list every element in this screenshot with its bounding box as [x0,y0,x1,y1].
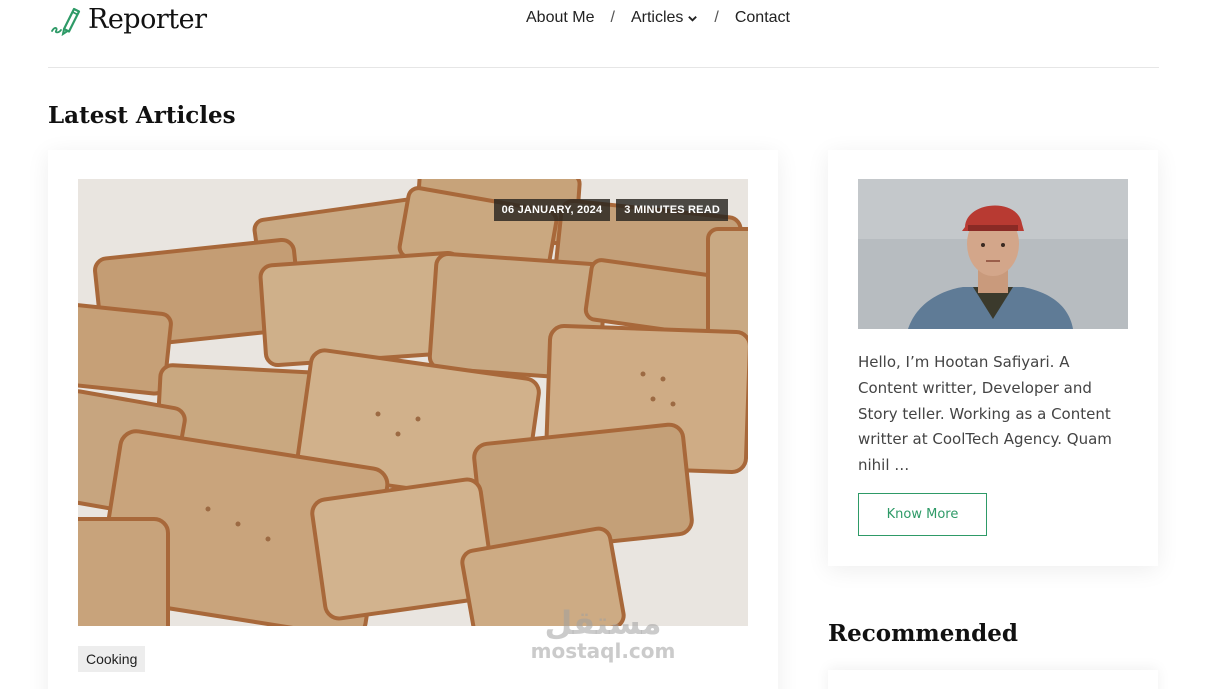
article-date-badge: 06 JANUARY, 2024 [493,199,611,221]
main-nav: About Me / Articles / Contact [526,9,790,27]
latest-articles-heading: Latest Articles [48,102,236,129]
nav-separator: / [610,9,615,26]
watermark-arabic: مستقل [544,604,662,642]
article-image[interactable]: 06 JANUARY, 2024 3 MINUTES READ [78,179,748,626]
nav-about-me[interactable]: About Me [526,9,594,27]
nav-contact[interactable]: Contact [735,9,790,27]
author-portrait [858,179,1128,329]
watermark: مستقل mostaql.com [528,606,678,662]
chevron-down-icon [688,15,698,22]
recommended-heading: Recommended [828,620,1018,647]
category-tag[interactable]: Cooking [78,646,146,672]
article-read-time-badge: 3 MINUTES READ [616,199,728,221]
watermark-latin: mostaql.com [530,639,676,663]
site-logo[interactable]: Reporter [50,2,207,36]
nav-articles-label: Articles [630,9,684,26]
nav-articles-dropdown[interactable]: Articles [631,9,698,27]
biscuits-photo [78,179,748,626]
recommended-card [828,670,1158,689]
nav-separator: / [714,9,719,26]
author-photo [858,179,1128,329]
pen-logo-icon [51,7,81,36]
know-more-button[interactable]: Know More [858,493,987,536]
site-header: Reporter About Me / Articles / Contact [48,0,1159,68]
logo-text: Reporter [88,3,207,35]
author-card: Hello, I’m Hootan Safiyari. A Content wr… [828,150,1158,566]
article-meta: 06 JANUARY, 2024 3 MINUTES READ [493,199,728,221]
author-bio: Hello, I’m Hootan Safiyari. A Content wr… [858,353,1112,475]
